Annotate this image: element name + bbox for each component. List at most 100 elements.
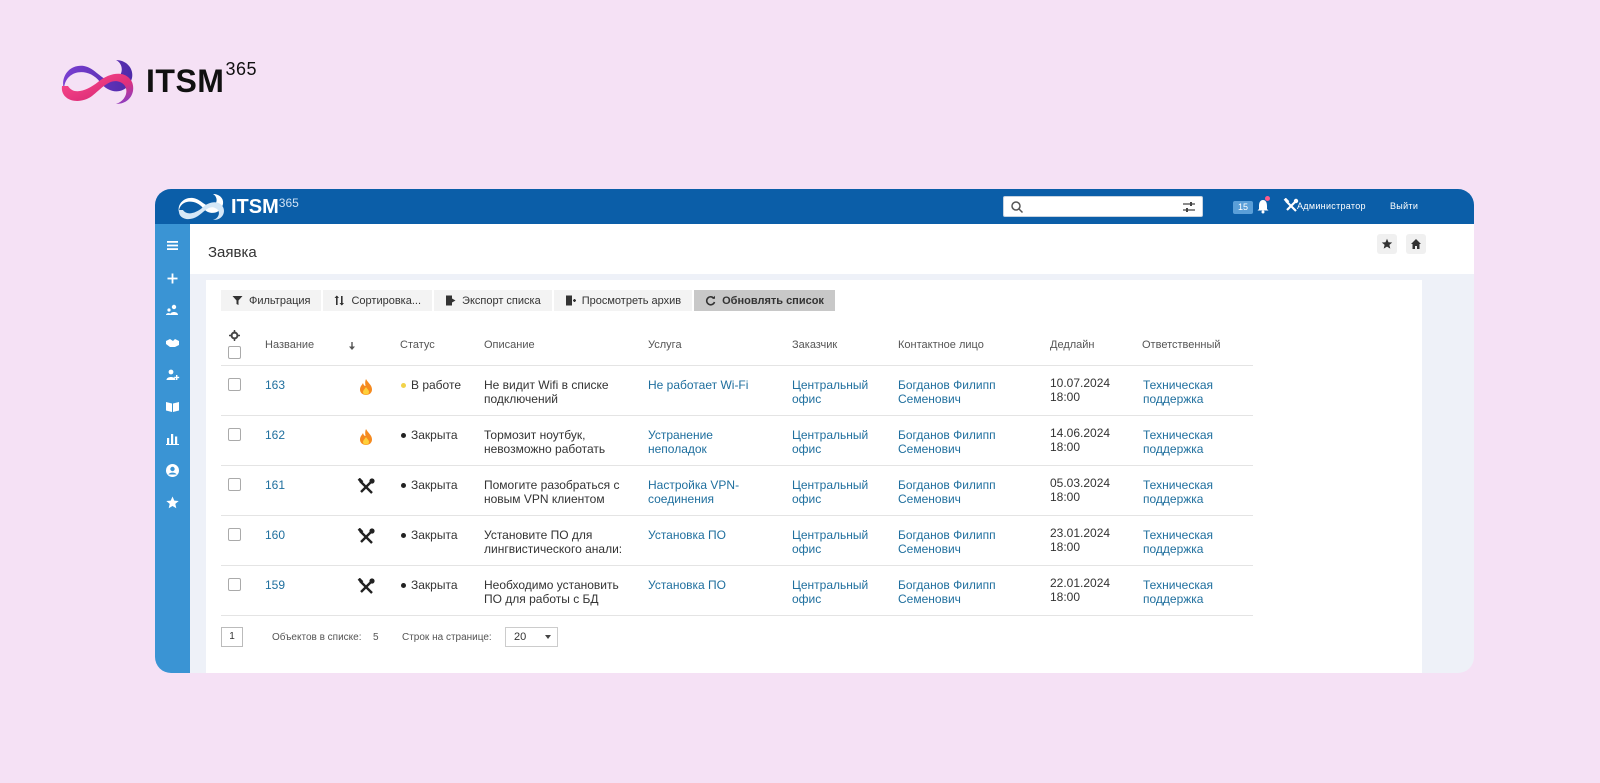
add-user-icon[interactable]: [165, 367, 180, 382]
select-all-checkbox[interactable]: [228, 346, 241, 359]
status-dot: [401, 582, 406, 588]
sort-button[interactable]: Сортировка...: [323, 290, 433, 311]
table-row[interactable]: 160 Закрыта Установите ПО для лингвистическ…: [221, 516, 1253, 566]
status-dot: [401, 382, 406, 388]
rows-per-page-label: Строк на странице:: [402, 632, 492, 643]
request-id-link[interactable]: 162: [265, 428, 285, 442]
logout-link[interactable]: Выйти: [1390, 201, 1418, 211]
service-link[interactable]: Устранение неполадок: [648, 428, 783, 456]
column-header-name[interactable]: Название: [265, 339, 314, 351]
home-icon: [1411, 239, 1421, 249]
list-footer: 1 Объектов в списке: 5 Строк на странице…: [221, 627, 821, 647]
customer-link[interactable]: Центральный офис: [792, 578, 887, 606]
column-header-customer[interactable]: Заказчик: [792, 339, 837, 351]
app-logo[interactable]: ITSM365: [177, 192, 299, 222]
request-description: Помогите разобраться с новым VPN клиентом: [484, 478, 620, 506]
brand-mark-icon: [61, 60, 134, 104]
customer-link[interactable]: Центральный офис: [792, 478, 887, 506]
responsible-link[interactable]: Техническая поддержка: [1143, 578, 1243, 606]
refresh-list-button[interactable]: Обновлять список: [694, 290, 835, 311]
search-filter-icon[interactable]: [1182, 200, 1196, 214]
request-description: Тормозит ноутбук, невозможно работать: [484, 428, 606, 456]
top-bar: ITSM365 15 Администратор Выйти: [155, 189, 1474, 224]
row-checkbox[interactable]: [228, 528, 241, 541]
page-header: Заявка: [190, 224, 1474, 274]
menu-icon[interactable]: [165, 238, 180, 253]
request-description: Необходимо установить ПО для работы с БД: [484, 578, 619, 606]
book-icon[interactable]: [165, 399, 180, 414]
table-row[interactable]: 163 В работе Не видит Wifi в списке подключ…: [221, 366, 1253, 416]
table-row[interactable]: 162 Закрыта Тормозит ноутбук, невозможно ра…: [221, 416, 1253, 466]
view-archive-button[interactable]: Просмотреть архив: [553, 290, 693, 311]
account-icon[interactable]: [165, 463, 180, 478]
responsible-link[interactable]: Техническая поддержка: [1143, 378, 1243, 406]
table-row[interactable]: 161 Закрыта Помогите разобраться с новым VP…: [221, 466, 1253, 516]
deadline-value: 22.01.2024 18:00: [1050, 576, 1111, 604]
column-header-service[interactable]: Услуга: [648, 339, 682, 351]
column-header-responsible[interactable]: Ответственный: [1142, 339, 1221, 351]
status-badge: Закрыта: [401, 578, 458, 592]
filter-button[interactable]: Фильтрация: [221, 290, 322, 311]
plus-icon[interactable]: [165, 271, 180, 286]
export-list-button[interactable]: Экспорт списка: [434, 290, 552, 311]
tools-icon: [357, 477, 375, 496]
home-button[interactable]: [1406, 234, 1426, 254]
favorite-button[interactable]: [1377, 234, 1397, 254]
global-search: [1003, 196, 1203, 217]
deadline-value: 05.03.2024 18:00: [1050, 476, 1111, 504]
table-row[interactable]: 159 Закрыта Необходимо установить ПО для ра…: [221, 566, 1253, 616]
responsible-link[interactable]: Техническая поддержка: [1143, 528, 1243, 556]
contact-link[interactable]: Богданов Филипп Семенович: [898, 478, 1038, 506]
handshake-icon[interactable]: [165, 335, 180, 350]
request-id-link[interactable]: 163: [265, 378, 285, 392]
row-checkbox[interactable]: [228, 478, 241, 491]
search-input[interactable]: [1028, 197, 1178, 216]
users-icon[interactable]: [165, 303, 180, 318]
notification-count-badge[interactable]: 15: [1233, 201, 1254, 214]
row-checkbox[interactable]: [228, 578, 241, 591]
bar-chart-icon[interactable]: [165, 431, 180, 446]
column-header-description[interactable]: Описание: [484, 339, 535, 351]
priority-sort-icon[interactable]: [348, 341, 356, 351]
contact-link[interactable]: Богданов Филипп Семенович: [898, 428, 1038, 456]
service-link[interactable]: Установка ПО: [648, 578, 783, 592]
row-checkbox[interactable]: [228, 378, 241, 391]
request-id-link[interactable]: 161: [265, 478, 285, 492]
status-badge: Закрыта: [401, 478, 458, 492]
contact-link[interactable]: Богданов Филипп Семенович: [898, 528, 1038, 556]
contact-link[interactable]: Богданов Филипп Семенович: [898, 378, 1038, 406]
column-header-status[interactable]: Статус: [400, 339, 435, 351]
star-icon[interactable]: [165, 495, 180, 510]
request-id-link[interactable]: 160: [265, 528, 285, 542]
rows-per-page-select[interactable]: 20: [505, 627, 558, 647]
sidebar: [155, 224, 190, 673]
row-checkbox[interactable]: [228, 428, 241, 441]
brand-logo: ITSM365: [58, 56, 257, 106]
service-link[interactable]: Настройка VPN-соединения: [648, 478, 783, 506]
request-description: Установите ПО для лингвистического анали:: [484, 528, 623, 556]
request-id-link[interactable]: 159: [265, 578, 285, 592]
customer-link[interactable]: Центральный офис: [792, 428, 887, 456]
column-header-contact[interactable]: Контактное лицо: [898, 339, 984, 351]
user-link[interactable]: Администратор: [1297, 201, 1366, 211]
service-link[interactable]: Установка ПО: [648, 528, 783, 542]
status-dot: [401, 432, 406, 438]
request-description: Не видит Wifi в списке подключений: [484, 378, 609, 406]
page-number-button[interactable]: 1: [221, 627, 243, 647]
page-title: Заявка: [208, 244, 257, 261]
responsible-link[interactable]: Техническая поддержка: [1143, 478, 1243, 506]
gear-icon[interactable]: [229, 330, 240, 341]
table-header: Название Статус Описание Услуга Заказчик…: [221, 320, 1253, 366]
responsible-link[interactable]: Техническая поддержка: [1143, 428, 1243, 456]
column-header-deadline[interactable]: Дедлайн: [1050, 339, 1095, 351]
tools-icon: [357, 577, 375, 596]
list-panel: Фильтрация Сортировка... Экспорт списка …: [206, 280, 1422, 673]
customer-link[interactable]: Центральный офис: [792, 528, 887, 556]
service-link[interactable]: Не работает Wi-Fi: [648, 378, 783, 392]
deadline-value: 10.07.2024 18:00: [1050, 376, 1111, 404]
app-logo-mark-icon: [178, 194, 224, 220]
fire-icon: [357, 378, 375, 396]
customer-link[interactable]: Центральный офис: [792, 378, 887, 406]
status-dot: [401, 532, 406, 538]
contact-link[interactable]: Богданов Филипп Семенович: [898, 578, 1038, 606]
